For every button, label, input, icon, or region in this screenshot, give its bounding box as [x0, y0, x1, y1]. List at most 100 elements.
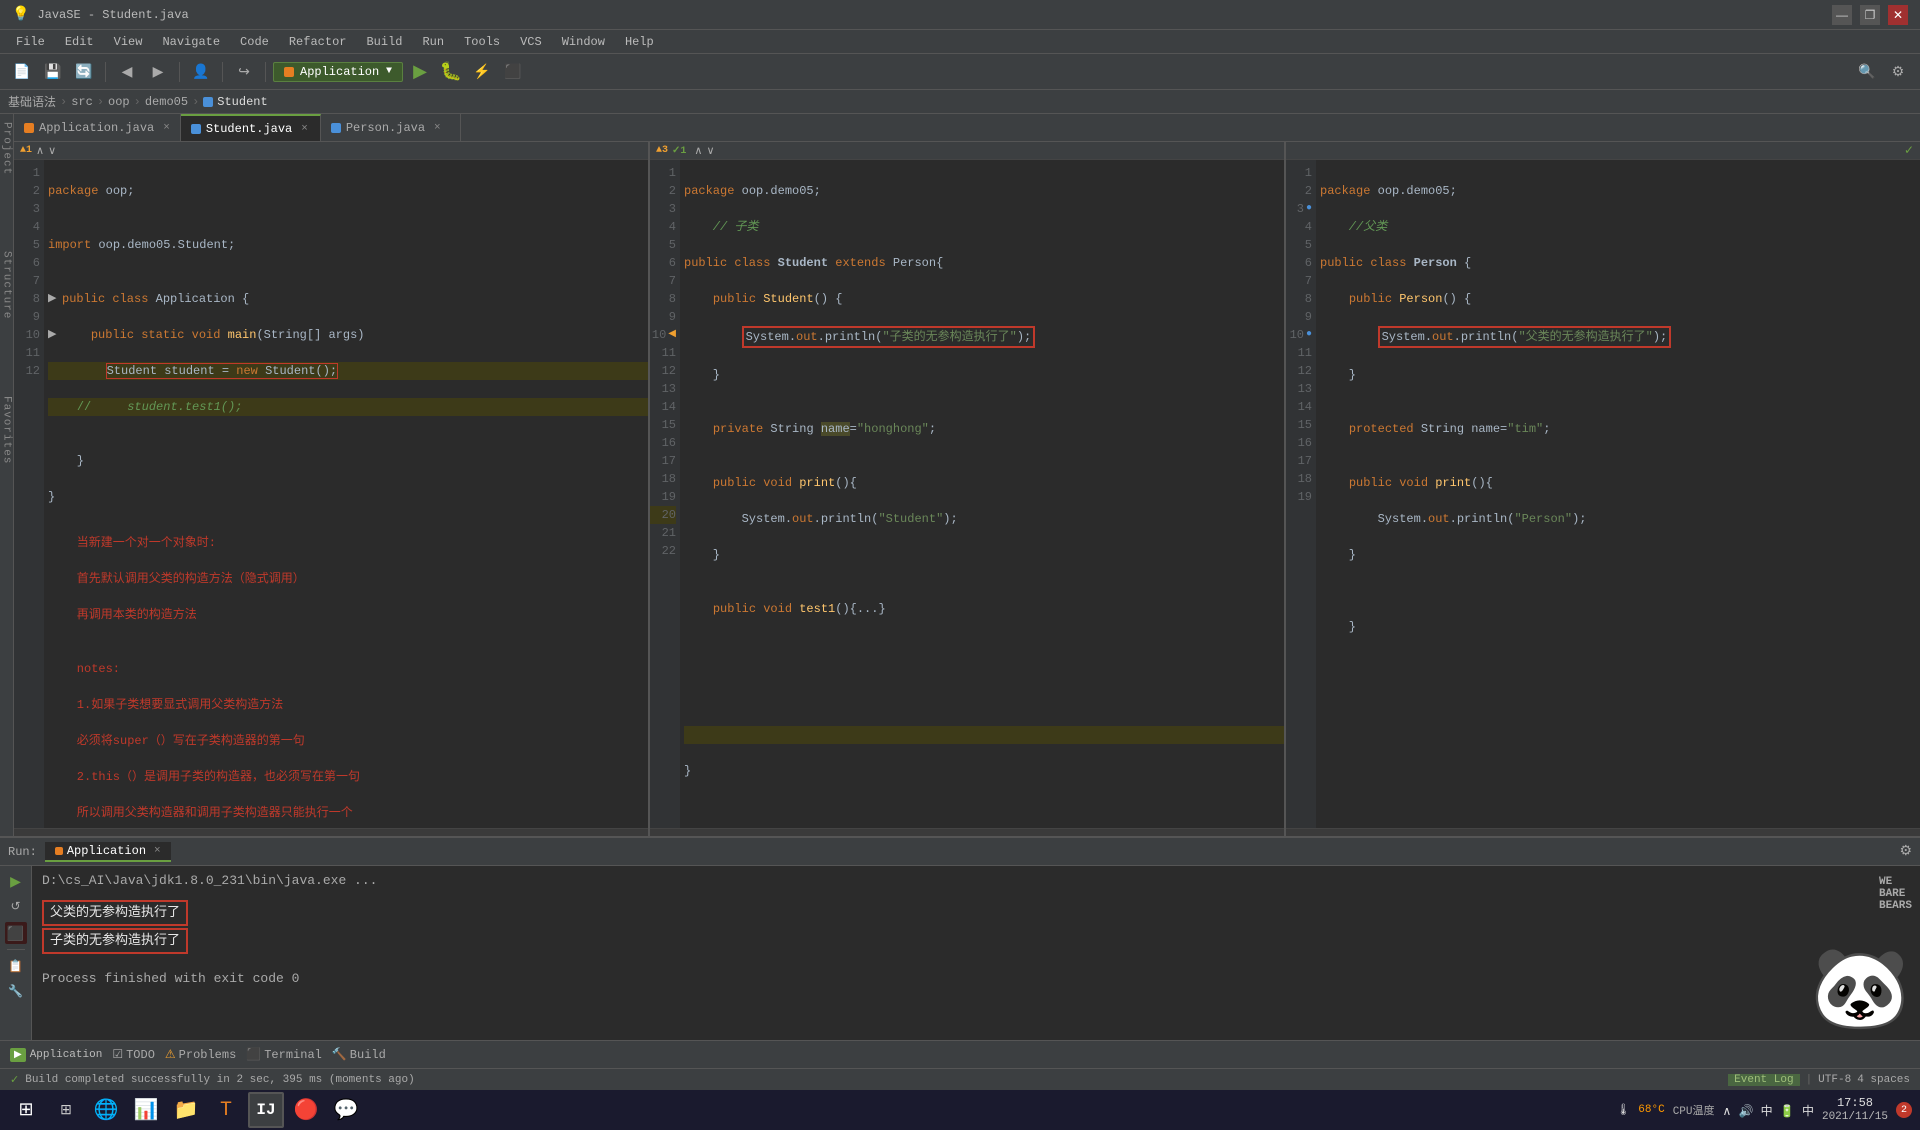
notification-badge[interactable]: 2	[1896, 1102, 1912, 1118]
code-panel-person: ✓ 123●456789 10● 111213141516171819 pack…	[1286, 142, 1920, 836]
menu-bar: File Edit View Navigate Code Refactor Bu…	[0, 30, 1920, 54]
s-line-2: // 子类	[684, 218, 1284, 236]
run-tab-close[interactable]: ×	[154, 845, 161, 857]
s-line-1: package oop.demo05;	[684, 182, 1284, 200]
run-icon[interactable]: ▶ Application	[10, 1048, 102, 1062]
menu-window[interactable]: Window	[552, 33, 615, 51]
sync-button[interactable]: 🔄	[70, 58, 98, 86]
save-button[interactable]: 💾	[39, 58, 67, 86]
code-panel-application: ▲1 ∧ ∨ 123456789101112 package oop; impo…	[14, 142, 650, 836]
temp-icon: 🌡	[1616, 1103, 1630, 1117]
new-file-button[interactable]: 📄	[8, 58, 36, 86]
search-button[interactable]: 🔍	[1853, 58, 1881, 86]
settings-button[interactable]: ⚙	[1884, 58, 1912, 86]
idea-icon[interactable]: IJ	[248, 1092, 284, 1128]
typora-icon[interactable]: T	[208, 1092, 244, 1128]
terminal-tab[interactable]: ⬛ Terminal	[246, 1047, 322, 1062]
run-play-button[interactable]: ▶	[5, 870, 27, 892]
tab-close-student[interactable]: ×	[301, 123, 308, 135]
breadcrumb-item[interactable]: src	[71, 95, 93, 109]
close-button[interactable]: ✕	[1888, 5, 1908, 25]
p-line-4: public Person() {	[1320, 290, 1920, 308]
back-button[interactable]: ◀	[113, 58, 141, 86]
s-line-3: public class Student extends Person{	[684, 254, 1284, 272]
code-line-3: import oop.demo05.Student;	[48, 236, 648, 254]
run-rerun-button[interactable]: ↺	[5, 895, 27, 917]
run-stop-button[interactable]: ⬛	[5, 922, 27, 944]
todo-tab[interactable]: ☑ TODO	[112, 1047, 155, 1062]
start-button[interactable]: ⊞	[8, 1092, 44, 1128]
favorites-sidebar-label[interactable]: Favorites	[0, 388, 14, 472]
problems-tab[interactable]: ⚠ Problems	[165, 1047, 236, 1062]
code-line-10: }	[48, 452, 648, 470]
p-line-1: package oop.demo05;	[1320, 182, 1920, 200]
run-button[interactable]: ▶	[406, 58, 434, 86]
menu-build[interactable]: Build	[356, 33, 412, 51]
p-line-10: public void print(){	[1320, 474, 1920, 492]
menu-refactor[interactable]: Refactor	[279, 33, 357, 51]
project-sidebar: Project Structure Favorites	[0, 114, 14, 836]
profile-button[interactable]: 👤	[187, 58, 215, 86]
tab-student-java[interactable]: Student.java ×	[181, 114, 321, 141]
code-line-8: // student.test1();	[48, 398, 648, 416]
p-line-11: System.out.println("Person");	[1320, 510, 1920, 528]
menu-help[interactable]: Help	[615, 33, 664, 51]
project-sidebar-label[interactable]: Project	[0, 114, 14, 183]
run-config-dropdown[interactable]: Application ▼	[273, 62, 403, 82]
debug-button[interactable]: 🐛	[437, 58, 465, 86]
run-tab-application[interactable]: Application ×	[45, 842, 171, 862]
s-line-14: public void test1(){...}	[684, 600, 1284, 618]
s-line-8: private String name="honghong";	[684, 420, 1284, 438]
chrome-icon[interactable]: 🌐	[88, 1092, 124, 1128]
s-line-5: System.out.println("子类的无参构造执行了");	[684, 326, 1284, 348]
code-line-1: package oop;	[48, 182, 648, 200]
menu-tools[interactable]: Tools	[454, 33, 510, 51]
code-line-5: ▶public class Application {	[48, 290, 648, 308]
menu-edit[interactable]: Edit	[55, 33, 104, 51]
s-line-6: }	[684, 366, 1284, 384]
taskview-button[interactable]: ⊞	[48, 1092, 84, 1128]
tab-close-person[interactable]: ×	[434, 122, 441, 134]
p-line-2: //父类	[1320, 218, 1920, 236]
tab-close-app[interactable]: ×	[163, 122, 170, 134]
tab-bar: Application.java × Student.java × Person…	[14, 114, 1920, 142]
run-settings-icon[interactable]: ⚙	[1899, 843, 1912, 860]
system-tray: 🌡 68°C CPU温度 ∧ 🔊 中 🔋 中 17:58 2021/11/15 …	[1616, 1096, 1912, 1124]
s-line-11: System.out.println("Student");	[684, 510, 1284, 528]
breadcrumb-item[interactable]: demo05	[145, 95, 188, 109]
run-filter-button[interactable]: 🔧	[5, 980, 27, 1002]
run-scroll-button[interactable]: 📋	[5, 955, 27, 977]
app2-icon[interactable]: 🔴	[288, 1092, 324, 1128]
minimize-button[interactable]: —	[1832, 5, 1852, 25]
p-line-12: }	[1320, 546, 1920, 564]
wechat-icon[interactable]: 💬	[328, 1092, 364, 1128]
menu-navigate[interactable]: Navigate	[152, 33, 230, 51]
coverage-button[interactable]: ⚡	[468, 58, 496, 86]
taskbar: ⊞ ⊞ 🌐 📊 📁 T IJ 🔴 💬 🌡 68°C CPU温度 ∧ 🔊 中 🔋 …	[0, 1090, 1920, 1130]
maximize-button[interactable]: ❐	[1860, 5, 1880, 25]
tab-application-java[interactable]: Application.java ×	[14, 114, 181, 141]
forward-button[interactable]: ▶	[144, 58, 172, 86]
stop-button[interactable]: ⬛	[499, 58, 527, 86]
code-comment-4: notes:	[48, 660, 648, 678]
analytics-icon[interactable]: 📊	[128, 1092, 164, 1128]
menu-run[interactable]: Run	[412, 33, 454, 51]
build-tab[interactable]: 🔨 Build	[332, 1047, 386, 1062]
menu-file[interactable]: File	[6, 33, 55, 51]
structure-sidebar-label[interactable]: Structure	[0, 243, 14, 327]
tab-person-java[interactable]: Person.java ×	[321, 114, 461, 141]
breadcrumb: 基础语法 › src › oop › demo05 › Student	[0, 90, 1920, 114]
code-line-12: 当新建一个对一个对象时:	[48, 534, 648, 552]
clock[interactable]: 17:58 2021/11/15	[1822, 1096, 1888, 1124]
breadcrumb-item[interactable]: 基础语法	[8, 93, 56, 110]
code-panel-student: ▲3 ✓1 ∧ ∨ 123456789 10◀ 1112131415161718…	[650, 142, 1286, 836]
run-label: Run:	[8, 845, 37, 859]
menu-code[interactable]: Code	[230, 33, 279, 51]
undo-button[interactable]: ↩	[230, 58, 258, 86]
explorer-icon[interactable]: 📁	[168, 1092, 204, 1128]
breadcrumb-item[interactable]: oop	[108, 95, 130, 109]
menu-vcs[interactable]: VCS	[510, 33, 552, 51]
breadcrumb-item-current[interactable]: Student	[203, 95, 267, 109]
p-line-6: }	[1320, 366, 1920, 384]
menu-view[interactable]: View	[104, 33, 153, 51]
